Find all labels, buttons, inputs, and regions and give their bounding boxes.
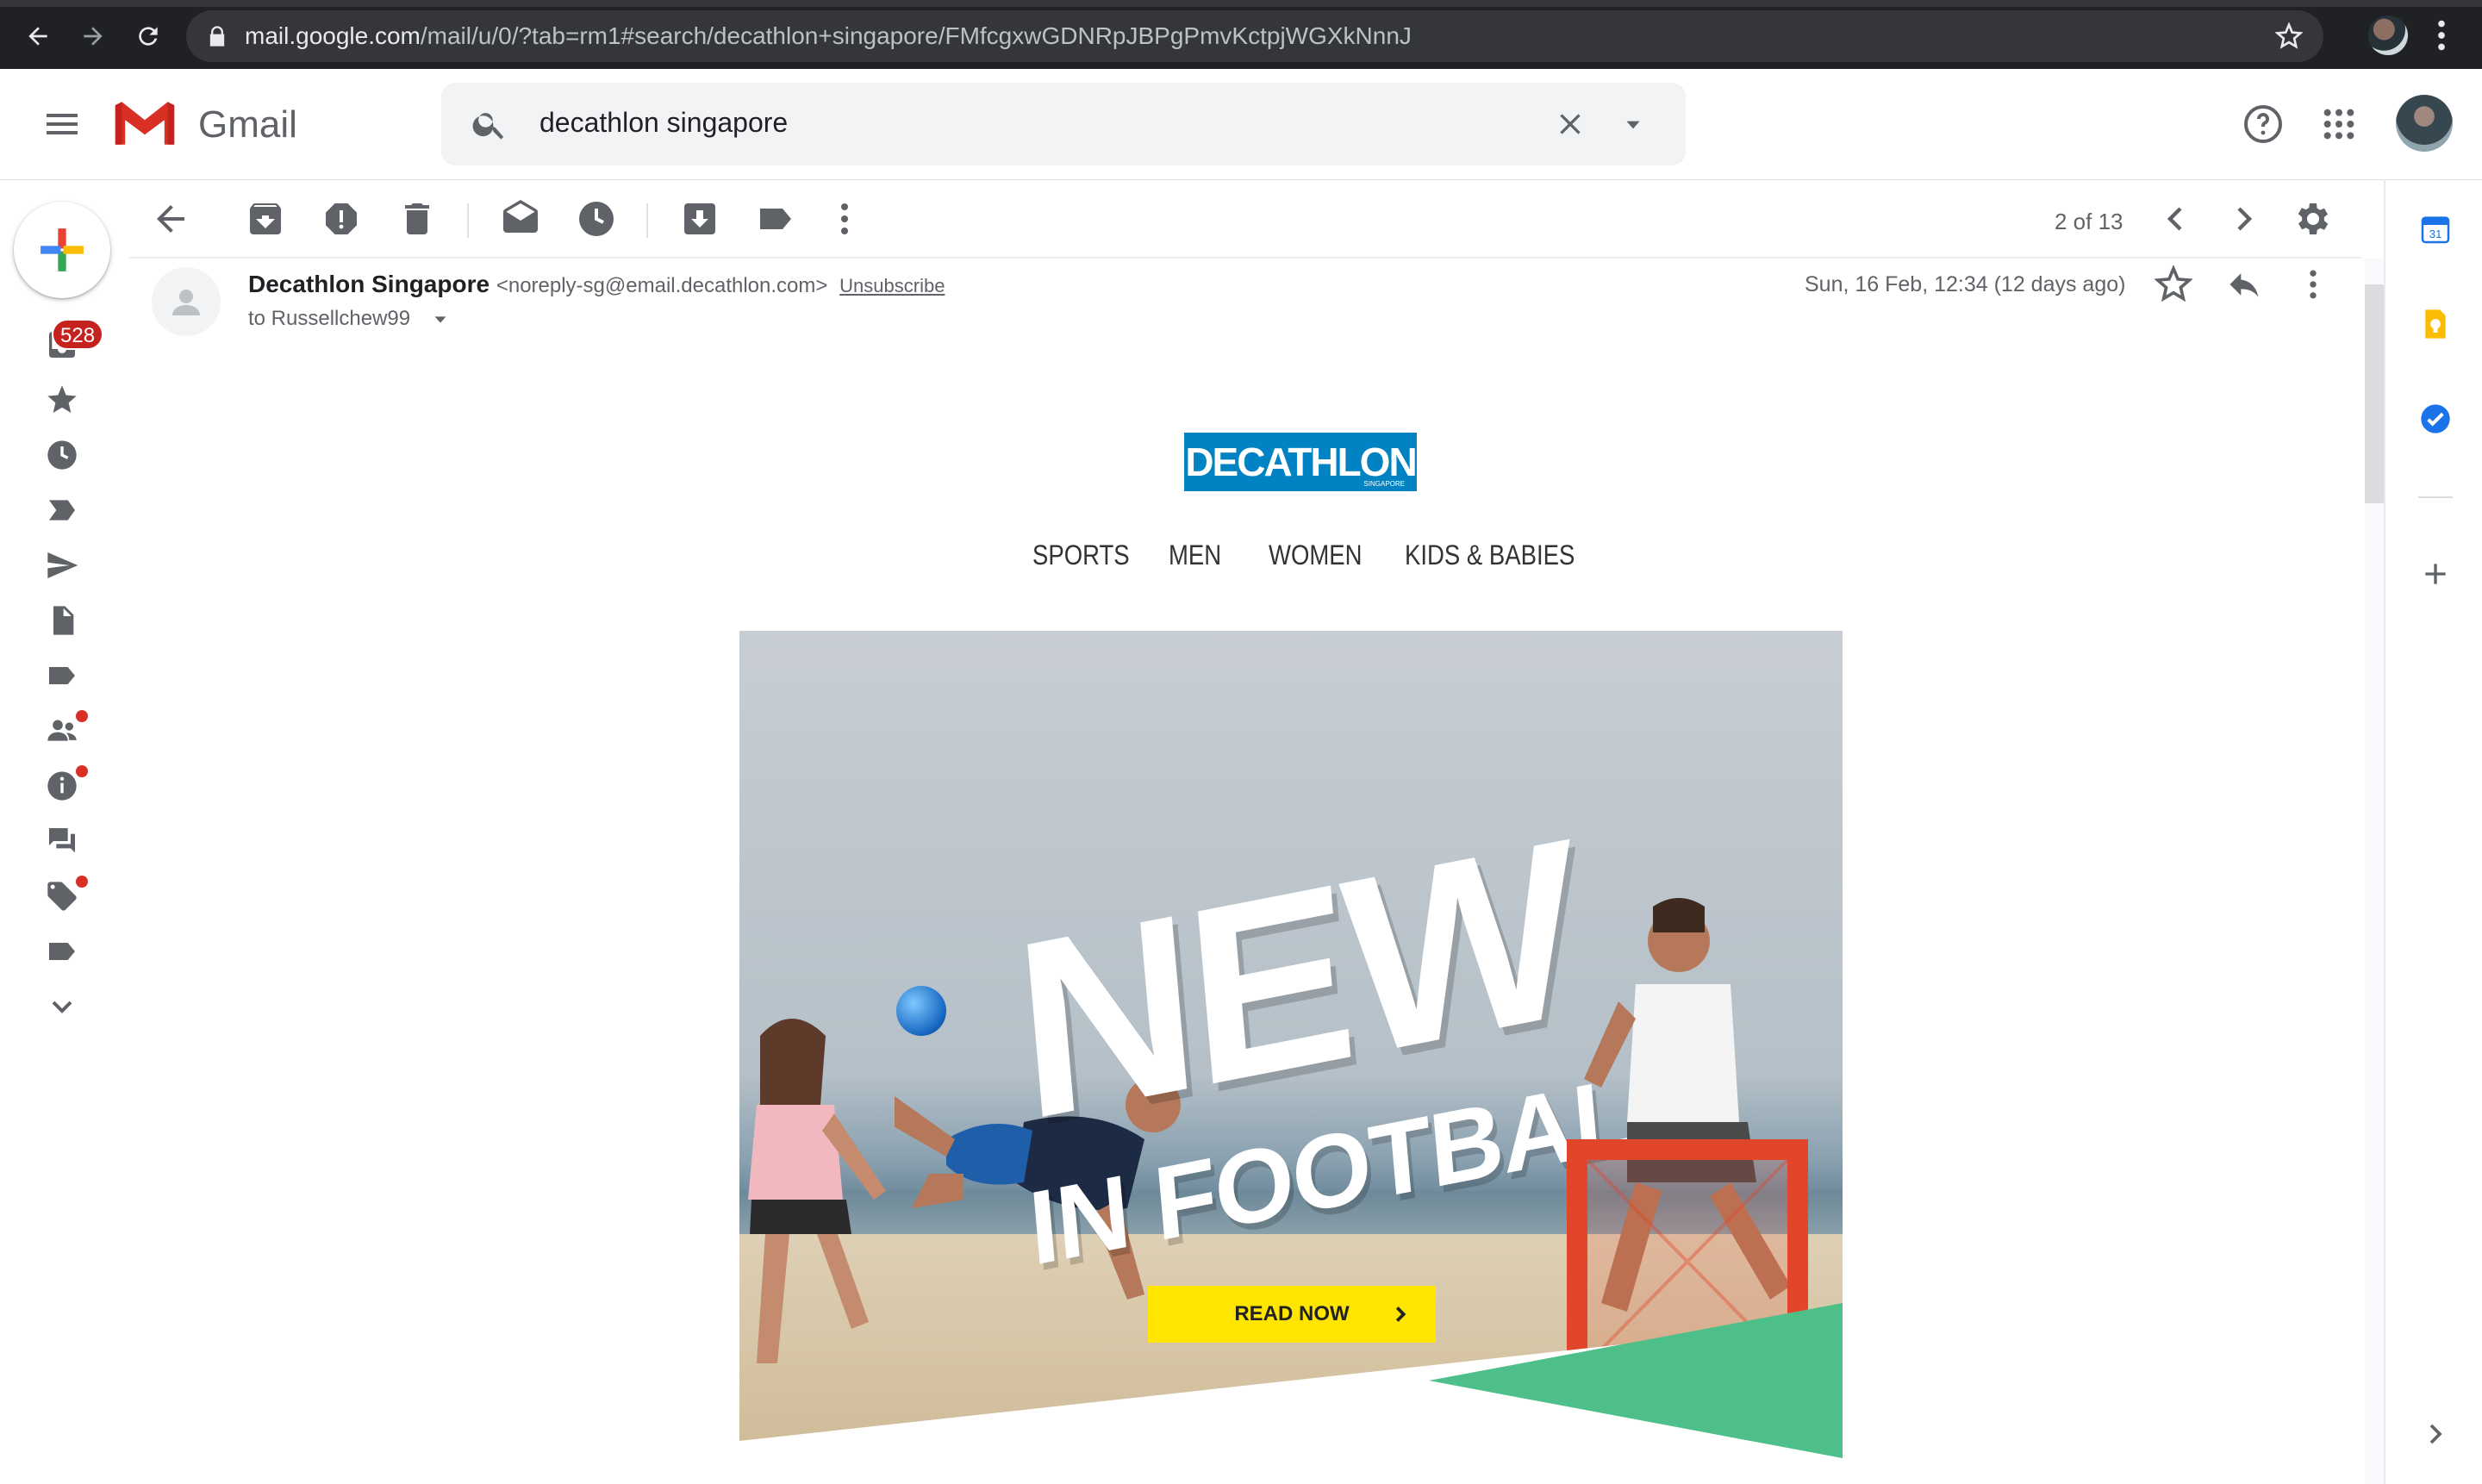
report-spam-icon[interactable]	[321, 198, 362, 240]
updates-unread-dot	[76, 765, 88, 777]
older-chevron-right-icon[interactable]	[2223, 198, 2265, 240]
show-side-panel-chevron-icon[interactable]	[2418, 1417, 2453, 1451]
message-date: Sun, 16 Feb, 12:34 (12 days ago)	[1805, 272, 2126, 296]
read-now-button[interactable]: READ NOW	[1148, 1286, 1436, 1343]
hero-banner-image[interactable]: NEW IN FOOTBALL READ NOW	[739, 631, 1843, 1484]
pagination-count: 2 of 13	[2055, 209, 2123, 234]
promotions-category-icon[interactable]	[45, 879, 79, 913]
label-2-icon[interactable]	[45, 934, 79, 969]
browser-profile-avatar[interactable]	[2368, 16, 2408, 55]
archive-icon[interactable]	[245, 198, 286, 240]
tasks-icon[interactable]	[2418, 402, 2453, 436]
important-icon[interactable]	[45, 493, 79, 527]
snoozed-icon[interactable]	[45, 438, 79, 472]
inbox-unread-badge: 528	[52, 319, 104, 350]
email-nav-kids-babies[interactable]: KIDS & BABIES	[1405, 539, 1575, 571]
chevron-right-icon	[1395, 1306, 1406, 1322]
tab-strip	[0, 0, 2482, 7]
message-toolbar: 2 of 13	[129, 184, 2361, 259]
gmail-header: Gmail decathlon singapore	[0, 69, 2482, 180]
email-nav-sports[interactable]: SPORTS	[1032, 539, 1130, 571]
toolbar-divider	[646, 203, 648, 238]
back-arrow-icon[interactable]	[19, 17, 57, 55]
unsubscribe-link[interactable]: Unsubscribe	[839, 275, 945, 296]
social-category-icon[interactable]	[45, 714, 79, 748]
snooze-icon[interactable]	[576, 198, 617, 240]
recipient-line: to Russellchew99	[248, 307, 411, 330]
labels-icon[interactable]	[755, 198, 796, 240]
mark-as-unread-icon[interactable]	[500, 198, 541, 240]
email-nav-women[interactable]: WOMEN	[1269, 539, 1363, 571]
side-panel-divider	[2384, 179, 2385, 1484]
side-panel-separator	[2418, 496, 2453, 498]
account-avatar[interactable]	[2396, 95, 2453, 152]
gmail-logo-icon[interactable]	[112, 98, 178, 148]
decathlon-logo-text: DECATHLON	[1185, 440, 1417, 484]
help-icon[interactable]	[2242, 103, 2284, 145]
compose-button[interactable]	[14, 202, 110, 298]
drafts-icon[interactable]	[45, 603, 79, 638]
url-host: mail.google.com	[245, 22, 421, 49]
decathlon-logo[interactable]: DECATHLON SINGAPORE	[1184, 433, 1418, 491]
compose-plus-icon	[41, 228, 84, 271]
social-unread-dot	[76, 710, 88, 722]
sent-icon[interactable]	[45, 548, 79, 583]
app-name[interactable]: Gmail	[198, 103, 297, 147]
more-actions-icon[interactable]	[824, 198, 865, 240]
main-menu-icon[interactable]	[41, 103, 83, 145]
browser-toolbar: mail.google.com/mail/u/0/?tab=rm1#search…	[0, 0, 2482, 69]
read-now-label: READ NOW	[1234, 1302, 1350, 1325]
email-nav-men[interactable]: MEN	[1169, 539, 1221, 571]
starred-icon[interactable]	[45, 383, 79, 417]
sender-name[interactable]: Decathlon Singapore	[248, 271, 490, 297]
browser-menu-icon[interactable]	[2429, 16, 2454, 55]
svg-text:31: 31	[2429, 228, 2442, 240]
delete-icon[interactable]	[396, 198, 438, 240]
updates-category-icon[interactable]	[45, 769, 79, 803]
search-icon[interactable]	[471, 105, 508, 143]
move-to-icon[interactable]	[679, 198, 720, 240]
green-accent-shape	[739, 1303, 1843, 1484]
calendar-icon[interactable]: 31	[2418, 212, 2453, 246]
search-options-icon[interactable]	[1622, 114, 1644, 136]
search-input[interactable]: decathlon singapore	[539, 107, 788, 139]
sender-email: <noreply-sg@email.decathlon.com>	[496, 274, 828, 297]
toolbar-divider	[467, 203, 469, 238]
search-bar[interactable]: decathlon singapore	[441, 83, 1686, 165]
forward-arrow-icon[interactable]	[74, 17, 112, 55]
person-icon	[172, 290, 200, 315]
message-more-icon[interactable]	[2296, 265, 2330, 303]
newer-chevron-left-icon[interactable]	[2155, 198, 2196, 240]
show-details-caret-icon[interactable]	[431, 310, 450, 329]
star-message-icon[interactable]	[2155, 265, 2192, 303]
sender-avatar	[152, 267, 221, 336]
reply-icon[interactable]	[2225, 265, 2263, 303]
sender-line: Decathlon Singapore <noreply-sg@email.de…	[248, 271, 945, 298]
label-icon[interactable]	[45, 658, 79, 693]
address-bar[interactable]: mail.google.com/mail/u/0/?tab=rm1#search…	[186, 10, 2323, 62]
bookmark-star-icon[interactable]	[2275, 22, 2303, 50]
keep-icon[interactable]	[2418, 307, 2453, 341]
forums-category-icon[interactable]	[45, 824, 79, 858]
lock-icon	[209, 26, 225, 47]
url-path: /mail/u/0/?tab=rm1#search/decathlon+sing…	[420, 22, 1412, 49]
more-chevron-down-icon[interactable]	[45, 989, 79, 1024]
apps-grid-icon[interactable]	[2322, 107, 2356, 141]
promotions-unread-dot	[76, 876, 88, 888]
settings-gear-icon[interactable]	[2292, 198, 2334, 240]
scrollbar-thumb[interactable]	[2365, 284, 2384, 503]
decathlon-logo-subtext: SINGAPORE	[1363, 480, 1405, 488]
back-to-search-icon[interactable]	[150, 198, 191, 240]
url-text[interactable]: mail.google.com/mail/u/0/?tab=rm1#search…	[245, 22, 1412, 50]
reload-icon[interactable]	[129, 17, 167, 55]
clear-search-icon[interactable]	[1553, 107, 1587, 141]
get-addons-plus-icon[interactable]	[2418, 557, 2453, 591]
